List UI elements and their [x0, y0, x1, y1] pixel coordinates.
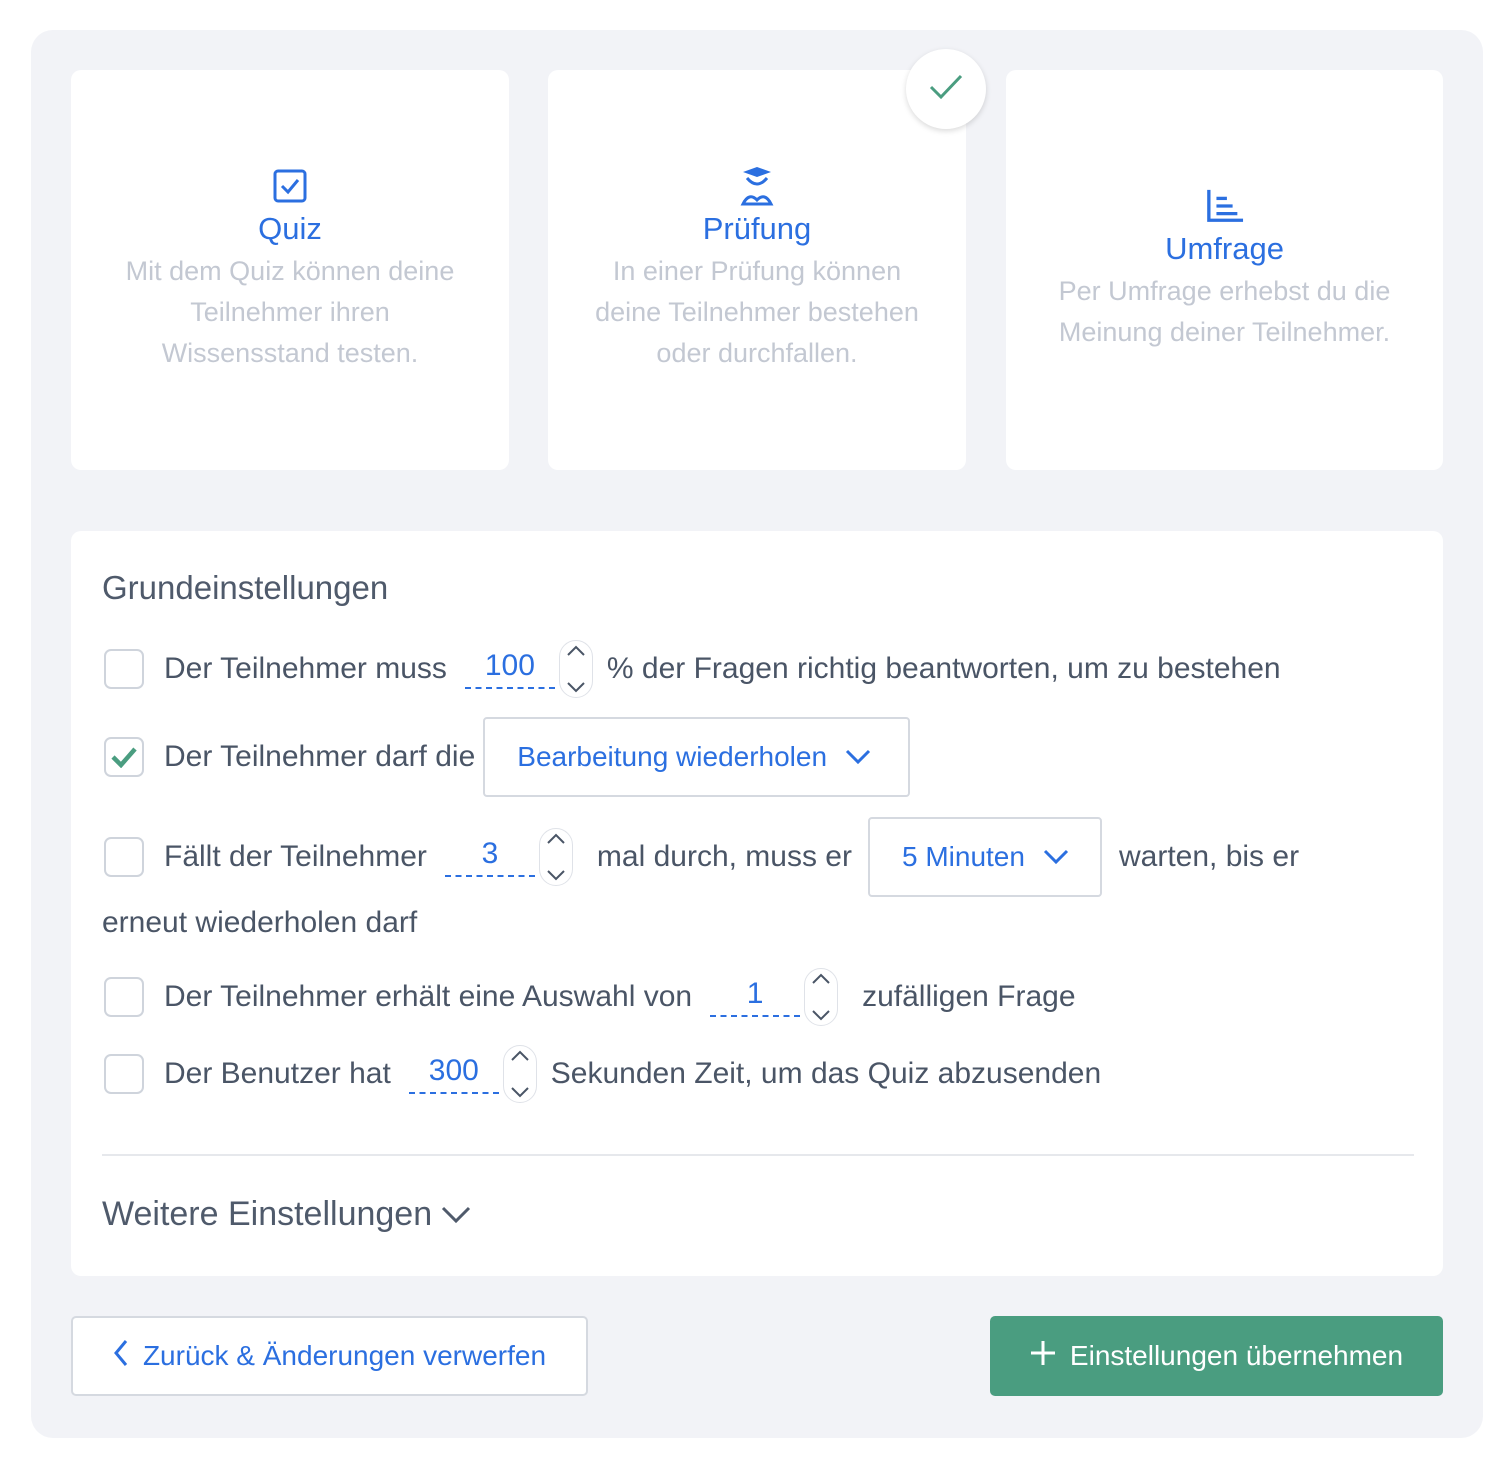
bar-list-icon — [1206, 187, 1244, 225]
chevron-left-icon — [113, 1339, 129, 1374]
chevron-up-icon[interactable] — [510, 1050, 530, 1062]
setting-row-fail: Fällt der Teilnehmer 3 mal durch, muss e… — [104, 817, 1299, 897]
desc-line: oder durchfallen. — [656, 337, 858, 368]
wait-time-value: 5 Minuten — [901, 841, 1025, 872]
fail-stepper[interactable] — [538, 828, 573, 886]
type-title-survey: Umfrage — [1165, 231, 1284, 266]
fail-label-before: Fällt der Teilnehmer — [164, 840, 427, 873]
setting-row-fail-wrap: erneut wiederholen darf — [102, 901, 417, 945]
chevron-up-icon[interactable] — [546, 833, 566, 845]
basic-settings-card: Grundeinstellungen Der Teilnehmer muss 1… — [71, 531, 1443, 1276]
plus-icon — [1030, 1340, 1056, 1373]
timer-stepper[interactable] — [502, 1045, 537, 1103]
fail-label-middle: mal durch, muss er — [596, 840, 852, 873]
desc-line: Per Umfrage erhebst du die — [1058, 276, 1391, 306]
type-title-exam: Prüfung — [702, 210, 812, 246]
pass-stepper[interactable] — [558, 640, 593, 698]
fail-label-after: warten, bis er — [1118, 840, 1300, 873]
timer-label-after: Sekunden Zeit, um das Quiz abzusenden — [550, 1057, 1102, 1090]
setting-row-repeat: Der Teilnehmer darf die Bearbeitung wied… — [104, 717, 911, 797]
timer-label-before: Der Benutzer hat — [164, 1057, 391, 1090]
random-stepper[interactable] — [804, 968, 839, 1026]
type-desc-quiz: Mit dem Quiz können deine Teilnehmer ihr… — [96, 251, 485, 374]
checkmark-icon — [929, 74, 963, 105]
setting-row-timer: Der Benutzer hat 300 Sekunden Zeit, um d… — [104, 1044, 1101, 1104]
type-title-quiz: Quiz — [258, 210, 322, 246]
random-label-after: zufälligen Frage — [862, 980, 1076, 1013]
type-card-exam[interactable]: Prüfung In einer Prüfung können deine Te… — [548, 70, 966, 470]
back-discard-label: Zurück & Änderungen verwerfen — [142, 1340, 547, 1371]
apply-settings-button[interactable]: Einstellungen übernehmen — [990, 1316, 1443, 1396]
type-card-survey[interactable]: Umfrage Per Umfrage erhebst du die Meinu… — [1006, 70, 1443, 470]
chevron-up-icon[interactable] — [566, 645, 586, 657]
repeat-mode-value: Bearbeitung wiederholen — [517, 741, 828, 772]
checkbox-icon — [271, 167, 309, 205]
chevron-up-icon[interactable] — [811, 973, 831, 985]
type-card-quiz[interactable]: Quiz Mit dem Quiz können deine Teilnehme… — [71, 70, 509, 470]
fail-count-input[interactable]: 3 — [444, 837, 535, 877]
setting-row-pass: Der Teilnehmer muss 100 % der Fragen ric… — [104, 639, 1281, 699]
pass-percent-input[interactable]: 100 — [464, 649, 555, 689]
selected-badge — [906, 49, 986, 129]
chevron-down-icon — [845, 749, 871, 765]
apply-settings-label: Einstellungen übernehmen — [1069, 1340, 1404, 1371]
checkmark-icon — [111, 747, 137, 768]
desc-line: In einer Prüfung können — [612, 255, 902, 286]
pass-label-before: Der Teilnehmer muss — [164, 652, 447, 685]
random-checkbox[interactable] — [104, 977, 144, 1017]
pass-label-after: % der Fragen richtig beantworten, um zu … — [606, 652, 1281, 685]
desc-line: deine Teilnehmer bestehen — [595, 296, 919, 327]
desc-line: Mit dem Quiz können deine — [125, 255, 455, 286]
settings-heading: Grundeinstellungen — [102, 569, 389, 606]
desc-line: Teilnehmer ihren — [190, 296, 390, 327]
wait-time-select[interactable]: 5 Minuten — [867, 817, 1102, 897]
type-desc-survey: Per Umfrage erhebst du die Meinung deine… — [1029, 271, 1421, 353]
desc-line: Wissensstand testen. — [161, 337, 419, 368]
chevron-down-icon[interactable] — [566, 681, 586, 693]
divider — [102, 1154, 1414, 1156]
fail-checkbox[interactable] — [104, 837, 144, 877]
more-settings-toggle[interactable]: Weitere Einstellungen — [102, 1195, 472, 1234]
back-discard-button[interactable]: Zurück & Änderungen verwerfen — [71, 1316, 588, 1396]
repeat-checkbox[interactable] — [104, 737, 144, 777]
random-count-input[interactable]: 1 — [710, 977, 801, 1017]
more-settings-label: Weitere Einstellungen — [102, 1195, 433, 1233]
desc-line: Meinung deiner Teilnehmer. — [1058, 317, 1391, 347]
chevron-down-icon — [440, 1205, 472, 1225]
chevron-down-icon[interactable] — [811, 1009, 831, 1021]
type-desc-exam: In einer Prüfung können deine Teilnehmer… — [565, 251, 949, 374]
timer-seconds-input[interactable]: 300 — [408, 1054, 499, 1094]
repeat-mode-select[interactable]: Bearbeitung wiederholen — [483, 717, 911, 797]
pass-checkbox[interactable] — [104, 649, 144, 689]
random-label-before: Der Teilnehmer erhält eine Auswahl von — [164, 980, 693, 1013]
graduate-icon — [738, 166, 776, 205]
chevron-down-icon[interactable] — [546, 869, 566, 881]
repeat-label: Der Teilnehmer darf die — [164, 740, 476, 773]
chevron-down-icon — [1043, 849, 1069, 865]
chevron-down-icon[interactable] — [510, 1086, 530, 1098]
setting-row-random: Der Teilnehmer erhält eine Auswahl von 1… — [104, 967, 1076, 1027]
fail-label-wrap: erneut wiederholen darf — [102, 906, 418, 939]
timer-checkbox[interactable] — [104, 1054, 144, 1094]
